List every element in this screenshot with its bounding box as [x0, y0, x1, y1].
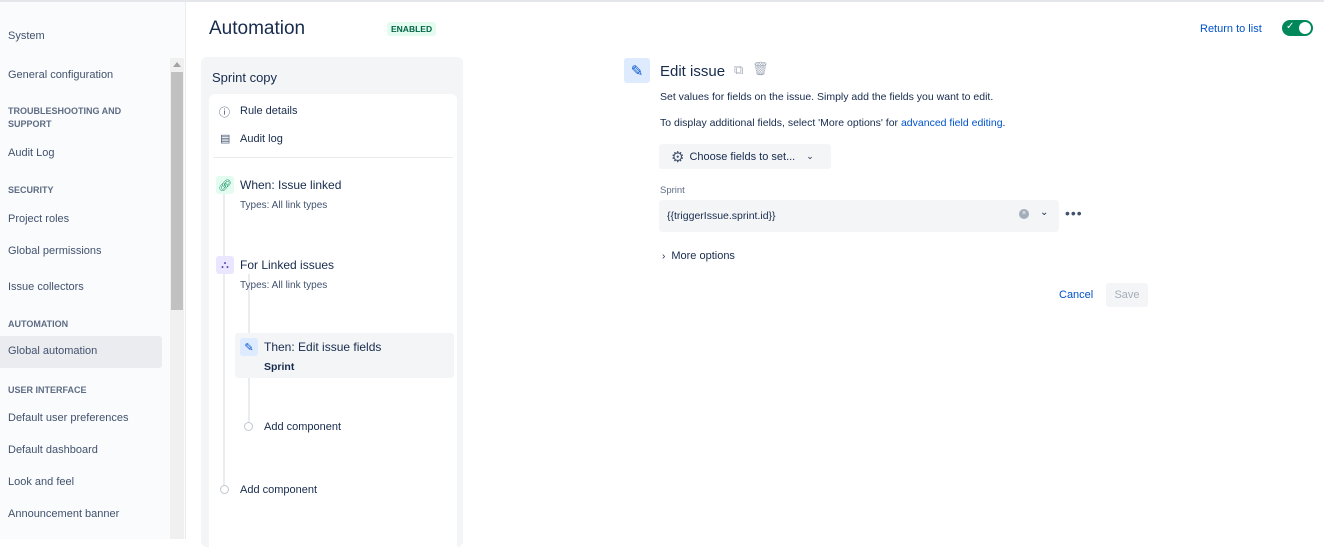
rule-card: ⓘ Rule details ▤ Audit log 🔗︎ When: Issu…	[209, 94, 457, 554]
flow-line	[223, 194, 225, 494]
more-actions-icon[interactable]: •••	[1065, 205, 1083, 221]
action-item[interactable]: ✎ Then: Edit issue fields Sprint	[235, 333, 454, 378]
scroll-up-arrow-icon[interactable]	[173, 62, 181, 67]
sprint-field-label: Sprint	[660, 185, 685, 196]
sidebar-item-project-roles[interactable]: Project roles	[8, 213, 69, 225]
branch-icon: ⛬	[216, 256, 234, 274]
editor-title: Edit issue	[660, 63, 726, 80]
link-icon: 🔗︎	[216, 176, 234, 194]
sidebar-item-default-user-preferences[interactable]: Default user preferences	[8, 412, 128, 424]
more-options-toggle[interactable]: › More options	[662, 250, 735, 262]
edit-pencil-icon: ✎	[624, 58, 650, 83]
add-component-outer[interactable]: Add component	[240, 484, 317, 496]
sidebar-heading-troubleshooting: TROUBLESHOOTING AND SUPPORT	[8, 106, 122, 129]
status-badge: ENABLED	[387, 22, 437, 36]
sprint-field-value: {{triggerIssue.sprint.id}}	[667, 210, 776, 222]
pencil-icon: ✎	[240, 338, 258, 356]
info-icon: ⓘ	[219, 107, 230, 119]
trigger-title[interactable]: When: Issue linked	[240, 178, 341, 192]
sidebar-item-audit-log[interactable]: Audit Log	[8, 147, 54, 159]
editor-description: Set values for fields on the issue. Simp…	[660, 91, 994, 103]
rule-enabled-toggle[interactable]: ✓	[1282, 20, 1313, 36]
advanced-field-editing-link[interactable]: advanced field editing	[901, 117, 1003, 129]
sidebar: System General configuration TROUBLESHOO…	[0, 2, 186, 539]
branch-title[interactable]: For Linked issues	[240, 258, 334, 272]
copy-icon[interactable]: ⧉	[734, 62, 743, 78]
more-options-label: More options	[671, 250, 735, 262]
sidebar-item-global-automation[interactable]: Global automation	[0, 336, 162, 368]
clear-icon[interactable]: ×	[1019, 209, 1029, 219]
rule-details-link[interactable]: Rule details	[240, 105, 297, 117]
return-to-list-link[interactable]: Return to list	[1200, 23, 1262, 35]
add-component-dot-icon	[244, 422, 253, 431]
divider	[213, 157, 453, 158]
document-icon: ▤	[220, 133, 231, 145]
choose-fields-label: Choose fields to set...	[689, 150, 796, 163]
sidebar-item-issue-collectors[interactable]: Issue collectors	[8, 281, 84, 293]
gear-icon: ⚙	[671, 148, 685, 166]
branch-subtitle: Types: All link types	[240, 280, 328, 291]
editor-description-2: To display additional fields, select 'Mo…	[660, 117, 1005, 129]
sidebar-item-general-configuration[interactable]: General configuration	[8, 69, 113, 81]
trash-icon[interactable]: 🗑︎	[752, 61, 769, 77]
action-subtitle: Sprint	[264, 361, 295, 373]
sprint-field-input[interactable]: {{triggerIssue.sprint.id}} × ⌄	[659, 200, 1059, 232]
page-title: Automation	[209, 18, 306, 39]
top-border	[0, 0, 1324, 2]
chevron-down-icon[interactable]: ⌄	[1040, 207, 1048, 218]
sidebar-heading-security: SECURITY	[8, 185, 54, 195]
sidebar-item-global-permissions[interactable]: Global permissions	[8, 245, 102, 257]
desc-text: To display additional fields, select 'Mo…	[660, 117, 901, 129]
sidebar-heading-user-interface: USER INTERFACE	[8, 385, 87, 395]
check-icon: ✓	[1286, 21, 1295, 32]
sidebar-item-announcement-banner[interactable]: Announcement banner	[8, 508, 119, 520]
trigger-subtitle: Types: All link types	[240, 200, 328, 211]
rule-name: Sprint copy	[212, 70, 278, 85]
add-component-dot-icon	[220, 485, 229, 494]
sidebar-item-look-and-feel[interactable]: Look and feel	[8, 476, 74, 488]
chevron-right-icon: ›	[662, 251, 666, 262]
chevron-down-icon: ⌄	[806, 151, 814, 161]
action-title: Then: Edit issue fields	[264, 340, 382, 354]
desc-suffix: .	[1002, 117, 1006, 129]
sidebar-item-default-dashboard[interactable]: Default dashboard	[8, 444, 98, 456]
cancel-button[interactable]: Cancel	[1059, 289, 1093, 301]
audit-log-link[interactable]: Audit log	[240, 133, 283, 145]
scrollbar-thumb[interactable]	[171, 72, 183, 310]
save-button[interactable]: Save	[1106, 283, 1148, 307]
sidebar-item-system[interactable]: System	[8, 30, 45, 42]
rule-panel: Sprint copy ⓘ Rule details ▤ Audit log 🔗…	[201, 57, 463, 554]
sidebar-scrollbar[interactable]	[170, 58, 184, 539]
add-component-inner[interactable]: Add component	[264, 421, 341, 433]
choose-fields-button[interactable]: ⚙ Choose fields to set... ⌄	[659, 144, 831, 169]
sidebar-heading-automation: AUTOMATION	[8, 319, 69, 329]
